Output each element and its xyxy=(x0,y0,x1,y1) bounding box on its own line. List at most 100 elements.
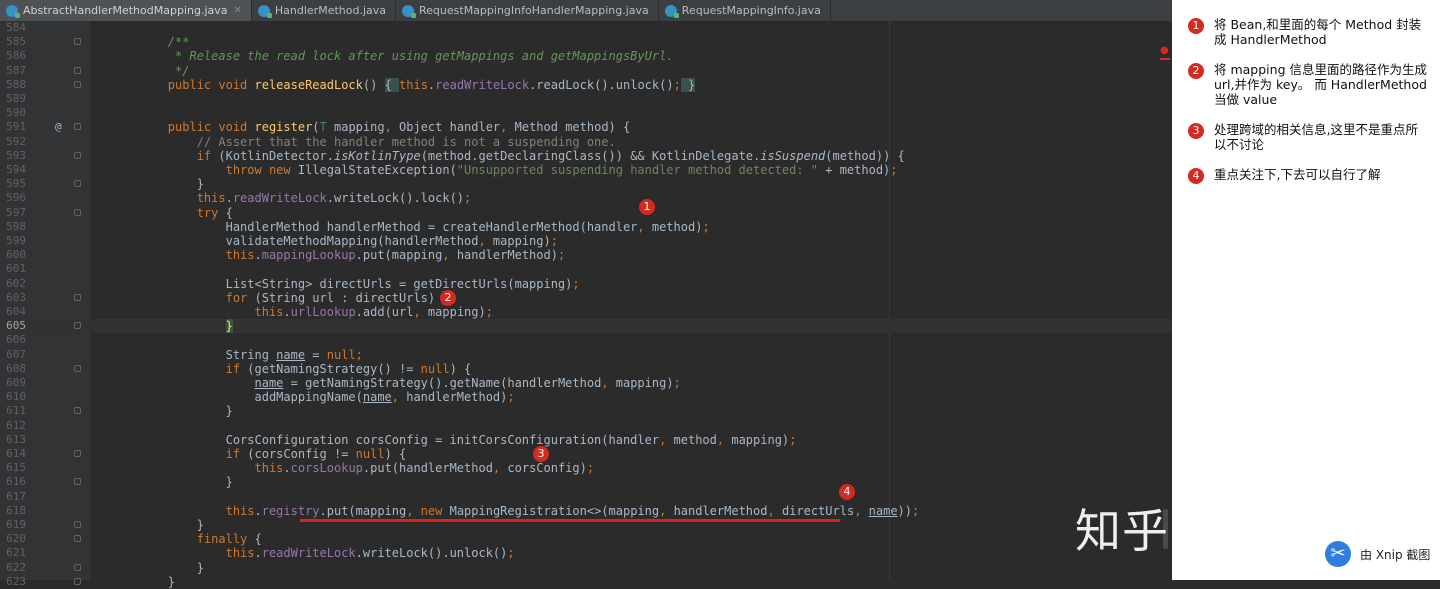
code-line[interactable]: 611 } xyxy=(0,404,1172,418)
line-number: 621 xyxy=(6,546,26,560)
code-line[interactable]: 588 public void releaseReadLock() { this… xyxy=(0,77,1172,92)
code-line[interactable]: 604 this.urlLookup.add(url, mapping); xyxy=(0,305,1172,319)
annotation-badge-4: 4 xyxy=(839,484,855,500)
line-code: } xyxy=(110,404,233,419)
fold-marker-icon[interactable] xyxy=(74,66,81,74)
code-line[interactable]: 585 /** xyxy=(0,35,1172,49)
tab-request-mapping-info-handler-mapping[interactable]: RequestMappingInfoHandlerMapping.java xyxy=(396,0,659,21)
code-line[interactable]: 591 @ public void register(T mapping, Obj… xyxy=(0,120,1172,134)
tab-request-mapping-info[interactable]: RequestMappingInfo.java xyxy=(659,0,831,21)
fold-marker-icon[interactable] xyxy=(74,407,81,415)
line-number: 598 xyxy=(6,219,26,233)
error-stripe-mark[interactable] xyxy=(1160,58,1170,60)
notes-panel: 1 将 Bean,和里面的每个 Method 封装成 HandlerMethod… xyxy=(1172,0,1440,580)
code-line[interactable]: 602 List<String> directUrls = getDirectU… xyxy=(0,277,1172,291)
code-line[interactable]: 599 validateMethodMapping(handlerMethod,… xyxy=(0,234,1172,248)
line-number: 588 xyxy=(6,77,26,91)
line-number: 615 xyxy=(6,461,26,475)
code-line[interactable]: 622 } xyxy=(0,561,1172,575)
fold-marker-icon[interactable] xyxy=(74,521,81,528)
line-code: name = getNamingStrategy().getName(handl… xyxy=(254,376,681,390)
code-line[interactable]: 598 HandlerMethod handlerMethod = create… xyxy=(0,220,1172,234)
tab-handler-method[interactable]: HandlerMethod.java xyxy=(252,0,397,21)
code-line[interactable]: 608 if (getNamingStrategy() != null) { xyxy=(0,362,1172,376)
code-line[interactable]: 615 this.corsLookup.put(handlerMethod, c… xyxy=(0,461,1172,475)
code-line[interactable]: 594 throw new IllegalStateException("Uns… xyxy=(0,163,1172,177)
code-line[interactable]: 590 xyxy=(0,106,1172,120)
note-number-badge: 3 xyxy=(1188,123,1204,139)
line-code: CorsConfiguration corsConfig = initCorsC… xyxy=(110,432,797,447)
fold-marker-icon[interactable] xyxy=(74,180,81,188)
fold-marker-icon[interactable] xyxy=(74,80,81,88)
note-item: 1 将 Bean,和里面的每个 Method 封装成 HandlerMethod xyxy=(1188,17,1428,47)
annotation-badge-1: 1 xyxy=(639,199,655,215)
line-number: 611 xyxy=(6,404,26,418)
annotation-badge-2: 2 xyxy=(440,290,456,306)
fold-marker-icon[interactable] xyxy=(74,577,81,585)
code-line[interactable]: 607 String name = null; xyxy=(0,348,1172,362)
code-line[interactable]: 600 this.mappingLookup.put(mapping, hand… xyxy=(0,248,1172,262)
code-editor[interactable]: 584 585 /** 586 * Release the read lock … xyxy=(0,21,1172,589)
code-line[interactable]: 617 xyxy=(0,490,1172,504)
code-line[interactable]: 614 if (corsConfig != null) { xyxy=(0,447,1172,461)
code-line[interactable]: 584 xyxy=(0,21,1172,35)
fold-marker-icon[interactable] xyxy=(74,151,81,159)
code-line-current[interactable]: 605 } xyxy=(0,319,1172,334)
code-line[interactable]: 596 this.readWriteLock.writeLock().lock(… xyxy=(0,191,1172,205)
fold-marker-icon[interactable] xyxy=(74,322,81,330)
code-line[interactable]: 609 name = getNamingStrategy().getName(h… xyxy=(0,376,1172,390)
fold-marker-icon[interactable] xyxy=(74,293,81,301)
code-line[interactable]: 610 addMappingName(name, handlerMethod); xyxy=(0,390,1172,404)
code-line[interactable]: 593 if (KotlinDetector.isKotlinType(meth… xyxy=(0,149,1172,163)
code-line[interactable]: 616 } xyxy=(0,475,1172,489)
code-line[interactable]: 597 try { xyxy=(0,206,1172,220)
note-item: 2 将 mapping 信息里面的路径作为生成 url,并作为 key。 而 H… xyxy=(1188,62,1428,107)
annotation-underline xyxy=(300,519,840,522)
override-marker-icon[interactable]: @ xyxy=(55,120,62,134)
fold-marker-icon[interactable] xyxy=(74,123,81,131)
code-line[interactable]: 621 this.readWriteLock.writeLock().unloc… xyxy=(0,546,1172,560)
close-icon[interactable]: ✕ xyxy=(234,5,242,16)
line-code: } xyxy=(110,177,204,192)
code-line[interactable]: 620 finally { xyxy=(0,532,1172,546)
line-code: this.mappingLookup.put(mapping, handlerM… xyxy=(225,248,566,263)
code-line[interactable]: 601 xyxy=(0,262,1172,276)
line-code: * Release the read lock after using getM… xyxy=(167,49,674,64)
line-number: 619 xyxy=(6,518,26,531)
fold-marker-icon[interactable] xyxy=(74,208,81,216)
line-code: } xyxy=(110,475,233,490)
tab-label: HandlerMethod.java xyxy=(274,4,387,17)
fold-marker-icon[interactable] xyxy=(74,450,81,457)
code-line[interactable]: 587 */ xyxy=(0,64,1172,78)
line-number: 605 xyxy=(6,319,26,333)
code-line[interactable]: 603 for (String url : directUrls) { xyxy=(0,290,1172,305)
note-text: 将 Bean,和里面的每个 Method 封装成 HandlerMethod xyxy=(1214,17,1422,47)
fold-marker-icon[interactable] xyxy=(74,38,81,46)
fold-marker-icon[interactable] xyxy=(74,478,81,486)
code-line[interactable]: 623 } xyxy=(0,575,1172,589)
note-text: 重点关注下,下去可以自行了解 xyxy=(1214,167,1381,182)
line-code: HandlerMethod handlerMethod = createHand… xyxy=(110,219,710,234)
code-line[interactable]: 612 xyxy=(0,419,1172,433)
code-line[interactable]: 606 xyxy=(0,333,1172,347)
code-line[interactable]: 618 this.registry.put(mapping, new Mappi… xyxy=(0,504,1172,518)
fold-marker-icon[interactable] xyxy=(74,563,81,571)
line-number: 593 xyxy=(6,148,26,162)
note-number-badge: 1 xyxy=(1188,18,1204,34)
code-line[interactable]: 595 } xyxy=(0,177,1172,191)
fold-marker-icon[interactable] xyxy=(74,535,81,543)
fold-marker-icon[interactable] xyxy=(74,364,81,372)
code-line[interactable]: 586 * Release the read lock after using … xyxy=(0,49,1172,63)
code-line[interactable]: 592 // Assert that the handler method is… xyxy=(0,135,1172,149)
code-line[interactable]: 589 xyxy=(0,92,1172,106)
editor-tab-bar: AbstractHandlerMethodMapping.java ✕ Hand… xyxy=(0,0,1172,22)
line-code: this.readWriteLock.writeLock().lock(); xyxy=(196,191,472,206)
java-class-icon xyxy=(257,4,272,18)
line-number: 612 xyxy=(6,418,26,432)
code-line[interactable]: 613 CorsConfiguration corsConfig = initC… xyxy=(0,433,1172,447)
error-indicator-icon[interactable]: ● xyxy=(1160,45,1169,56)
line-number: 609 xyxy=(6,376,26,389)
note-text: 将 mapping 信息里面的路径作为生成 url,并作为 key。 而 Han… xyxy=(1214,62,1427,107)
line-number: 613 xyxy=(6,432,26,446)
tab-abstract-handler-method-mapping[interactable]: AbstractHandlerMethodMapping.java ✕ xyxy=(0,0,252,21)
